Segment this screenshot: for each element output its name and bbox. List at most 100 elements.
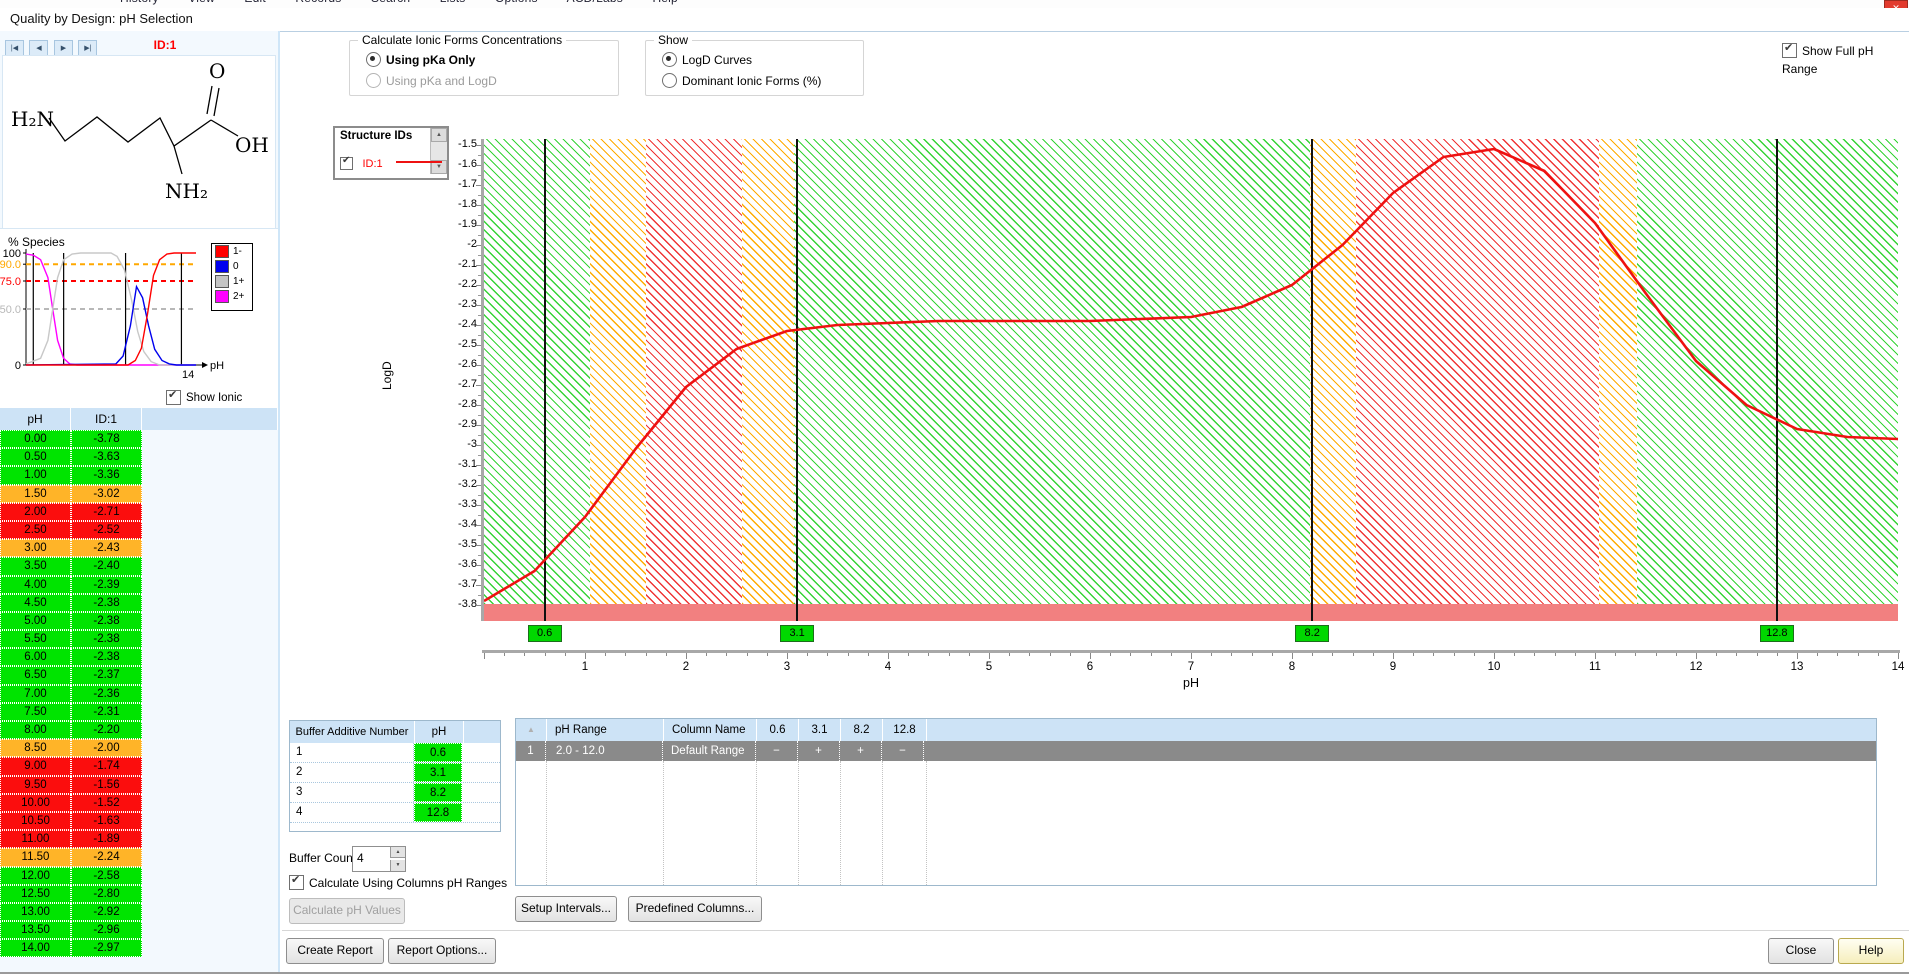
- y-minor-tick: [478, 535, 481, 536]
- x-tick: [1090, 653, 1091, 659]
- stepper-up-icon[interactable]: ▲: [390, 847, 405, 858]
- y-tick-label: -2.1: [437, 258, 477, 270]
- help-button[interactable]: Help: [1838, 938, 1904, 964]
- ph-marker-badge[interactable]: 0.6: [528, 625, 562, 642]
- sort-icon[interactable]: ▲: [516, 719, 547, 741]
- x-tick: [1413, 653, 1414, 656]
- table-row[interactable]: 23.1: [290, 763, 500, 783]
- table-row: 7.50-2.31: [0, 703, 278, 721]
- selected-range-row[interactable]: 12.0 - 12.0Default Range−++−: [516, 741, 1876, 761]
- table-row: 8.50-2.00: [0, 739, 278, 757]
- x-tick: [1231, 653, 1232, 656]
- table-row[interactable]: 412.8: [290, 803, 500, 823]
- column-header[interactable]: 3.1: [799, 719, 841, 741]
- species-x-axis-title: pH: [210, 360, 224, 372]
- page-title: Quality by Design: pH Selection: [10, 11, 1909, 26]
- column-header[interactable]: 8.2: [841, 719, 883, 741]
- calc-using-columns-checkbox[interactable]: ✔Calculate Using Columns pH Ranges: [289, 874, 507, 892]
- ph-cell: 1.50: [0, 485, 71, 503]
- logd-cell: -2.38: [71, 630, 142, 648]
- nh2-label: NH₂: [165, 179, 208, 203]
- x-tick: [1898, 653, 1899, 659]
- table-row: 4.50-2.38: [0, 594, 278, 612]
- sign-cell[interactable]: −: [756, 741, 798, 761]
- y-tick: [476, 245, 481, 246]
- checkbox-icon: ✔: [289, 875, 304, 890]
- row-filler: [924, 741, 1876, 761]
- logd-cell: -2.97: [71, 939, 142, 957]
- grid-line: [926, 761, 927, 885]
- radio-icon: [662, 52, 677, 67]
- buffer-ph-cell[interactable]: 3.1: [414, 763, 462, 782]
- ph-cell: 3.00: [0, 539, 71, 557]
- radio-icon: [366, 73, 381, 88]
- buffer-ph-cell[interactable]: 8.2: [414, 783, 462, 802]
- clipped-menu-text: History View Edit Records Search Lists O…: [120, 0, 678, 5]
- column-header[interactable]: 0.6: [757, 719, 799, 741]
- x-tick: [1635, 653, 1636, 656]
- ph-ranges-table[interactable]: ▲pH RangeColumn Name0.63.18.212.812.0 - …: [515, 718, 1877, 886]
- row-number-cell: 1: [516, 741, 546, 761]
- sign-cell[interactable]: +: [798, 741, 840, 761]
- stepper-down-icon[interactable]: ▼: [390, 860, 405, 871]
- x-tick: [1858, 653, 1859, 656]
- buffer-rows: 10.623.138.2412.8: [290, 743, 500, 823]
- logd-chart-plot-area[interactable]: [484, 139, 1898, 621]
- close-button[interactable]: Close: [1768, 938, 1834, 964]
- y-tick-label: -1.6: [437, 158, 477, 170]
- ph-marker-badge[interactable]: 8.2: [1295, 625, 1329, 642]
- ph-cell: 10.50: [0, 812, 71, 830]
- y-tick-label: -1.8: [437, 198, 477, 210]
- ph-marker-badge[interactable]: 12.8: [1760, 625, 1794, 642]
- structure-id-row[interactable]: ✔ ID:1: [340, 155, 383, 173]
- ph-range-cell: 2.0 - 12.0: [546, 741, 663, 761]
- table-row: 10.50-1.63: [0, 812, 278, 830]
- y-tick: [476, 365, 481, 366]
- predefined-columns-button[interactable]: Predefined Columns...: [628, 896, 762, 922]
- y-minor-tick: [478, 415, 481, 416]
- sign-cell[interactable]: −: [882, 741, 924, 761]
- radio-using-pka-and-logd[interactable]: Using pKa and LogD: [366, 72, 497, 90]
- report-options-button[interactable]: Report Options...: [388, 938, 496, 964]
- y-tick: [476, 185, 481, 186]
- x-tick: [1171, 653, 1172, 656]
- id1-column-header[interactable]: ID:1: [71, 408, 142, 430]
- setup-intervals-button[interactable]: Setup Intervals...: [515, 896, 617, 922]
- column-header[interactable]: 12.8: [883, 719, 927, 741]
- logd-curve-layer: [484, 139, 1898, 621]
- y-minor-tick: [478, 155, 481, 156]
- grid-line: [546, 761, 547, 885]
- ph-marker-badge[interactable]: 3.1: [780, 625, 814, 642]
- show-full-ph-range-checkbox[interactable]: ✔Show Full pH Range: [1782, 42, 1909, 78]
- legend-label: 2+: [233, 291, 244, 302]
- x-axis-title: pH: [1161, 676, 1221, 690]
- table-row: 11.50-2.24: [0, 848, 278, 866]
- x-tick: [1595, 653, 1596, 659]
- x-tick: [1575, 653, 1576, 656]
- buffer-ph-cell[interactable]: 0.6: [414, 743, 462, 762]
- y-tick: [476, 505, 481, 506]
- radio-logd-curves[interactable]: LogD Curves: [662, 51, 752, 69]
- radio-dominant-ionic-forms[interactable]: Dominant Ionic Forms (%): [662, 72, 821, 90]
- x-tick: [1817, 653, 1818, 656]
- x-tick: [1656, 653, 1657, 656]
- ph-column-header[interactable]: pH: [0, 408, 71, 430]
- column-header[interactable]: pH Range: [547, 719, 664, 741]
- create-report-button[interactable]: Create Report: [286, 938, 384, 964]
- empty-header: [464, 721, 500, 743]
- ph-cell: 12.00: [0, 867, 71, 885]
- grid-line: [882, 761, 883, 885]
- molecule-lysine: H₂N O OH NH₂: [3, 56, 275, 226]
- buffer-ph-cell[interactable]: 12.8: [414, 803, 462, 822]
- x-tick: [848, 653, 849, 656]
- radio-using-pka-only[interactable]: Using pKa Only: [366, 51, 475, 69]
- buffer-count-stepper[interactable]: 4 ▲ ▼: [352, 846, 406, 872]
- calculate-ph-values-button[interactable]: Calculate pH Values: [289, 898, 405, 924]
- y-minor-tick: [478, 295, 481, 296]
- table-row[interactable]: 38.2: [290, 783, 500, 803]
- column-header[interactable]: Column Name: [664, 719, 757, 741]
- y-minor-tick: [478, 595, 481, 596]
- structure-id-item-label: ID:1: [362, 158, 382, 170]
- table-row[interactable]: 10.6: [290, 743, 500, 763]
- sign-cell[interactable]: +: [840, 741, 882, 761]
